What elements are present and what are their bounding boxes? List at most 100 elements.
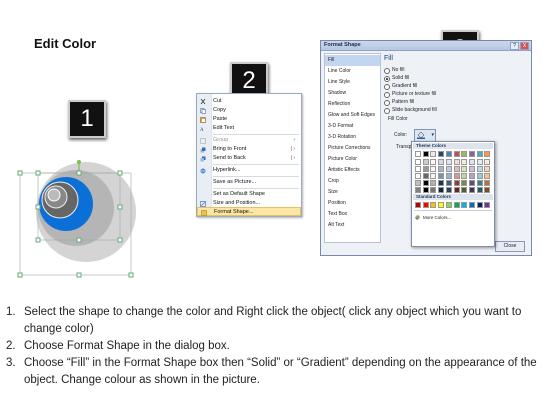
close-button[interactable]: Close — [495, 241, 525, 252]
theme-color-swatch[interactable] — [422, 187, 429, 193]
theme-color-swatch[interactable] — [415, 173, 421, 179]
theme-color-swatch[interactable] — [430, 166, 437, 172]
menu-item-send-to-back[interactable]: Send to Back | › — [197, 154, 301, 163]
theme-color-swatch[interactable] — [445, 159, 452, 165]
theme-color-swatch[interactable] — [453, 187, 460, 193]
more-colors-item[interactable]: More Colors... — [415, 214, 491, 221]
sidebar-item-line-color[interactable]: Line Color — [325, 66, 380, 77]
sidebar-item-artistic-effects[interactable]: Artistic Effects — [325, 165, 380, 176]
concentric-circles-graphic[interactable] — [14, 160, 144, 280]
menu-item-cut[interactable]: Cut — [197, 97, 301, 106]
standard-color-swatch[interactable] — [438, 202, 445, 208]
sidebar-item-fill[interactable]: Fill — [325, 55, 380, 66]
theme-color-swatch[interactable] — [415, 151, 421, 157]
sidebar-item-picture-corrections[interactable]: Picture Corrections — [325, 143, 380, 154]
theme-color-swatch[interactable] — [476, 166, 483, 172]
theme-color-swatch[interactable] — [415, 187, 421, 193]
sidebar-item-3d-rotation[interactable]: 3-D Rotation — [325, 132, 380, 143]
sidebar-item-glow[interactable]: Glow and Soft Edges — [325, 110, 380, 121]
sidebar-item-line-style[interactable]: Line Style — [325, 77, 380, 88]
menu-item-edit-text[interactable]: A Edit Text — [197, 124, 301, 133]
standard-color-swatch[interactable] — [445, 202, 452, 208]
menu-item-save-as-picture[interactable]: Save as Picture... — [197, 178, 301, 187]
sidebar-item-shadow[interactable]: Shadow — [325, 88, 380, 99]
theme-color-swatch[interactable] — [468, 180, 475, 186]
theme-color-swatch[interactable] — [468, 166, 475, 172]
theme-color-swatch[interactable] — [430, 180, 437, 186]
standard-color-swatch[interactable] — [476, 202, 483, 208]
menu-item-set-default-shape[interactable]: Set as Default Shape — [197, 190, 301, 199]
theme-color-swatch[interactable] — [453, 151, 460, 157]
radio-gradient-fill[interactable]: Gradient fill — [384, 83, 504, 90]
menu-item-group[interactable]: Group › — [197, 136, 301, 145]
theme-color-swatch[interactable] — [476, 180, 483, 186]
theme-color-swatch[interactable] — [430, 187, 437, 193]
theme-color-swatch[interactable] — [476, 173, 483, 179]
theme-color-swatch[interactable] — [468, 173, 475, 179]
theme-color-swatch[interactable] — [461, 180, 468, 186]
radio-picture-fill[interactable]: Picture or texture fill — [384, 91, 504, 98]
theme-color-swatch[interactable] — [445, 166, 452, 172]
theme-color-swatch[interactable] — [484, 173, 491, 179]
radio-slide-background-fill[interactable]: Slide background fill — [384, 107, 504, 114]
menu-item-format-shape[interactable]: Format Shape... — [197, 207, 301, 216]
theme-color-swatch[interactable] — [438, 166, 445, 172]
theme-color-swatch[interactable] — [484, 166, 491, 172]
theme-color-swatch[interactable] — [422, 159, 429, 165]
sidebar-item-position[interactable]: Position — [325, 198, 380, 209]
standard-color-swatch[interactable] — [422, 202, 429, 208]
sidebar-item-3d-format[interactable]: 3-D Format — [325, 121, 380, 132]
help-button[interactable]: ? — [510, 42, 519, 50]
theme-color-swatch[interactable] — [438, 151, 445, 157]
theme-color-swatch[interactable] — [453, 173, 460, 179]
standard-color-swatch[interactable] — [415, 202, 421, 208]
theme-color-swatch[interactable] — [461, 159, 468, 165]
theme-color-swatch[interactable] — [484, 180, 491, 186]
theme-color-swatch[interactable] — [438, 173, 445, 179]
theme-color-swatch[interactable] — [468, 187, 475, 193]
radio-solid-fill[interactable]: Solid fill — [384, 75, 504, 82]
sidebar-item-text-box[interactable]: Text Box — [325, 209, 380, 220]
standard-color-swatch[interactable] — [453, 202, 460, 208]
theme-color-swatch[interactable] — [461, 166, 468, 172]
menu-item-hyperlink[interactable]: Hyperlink... — [197, 166, 301, 175]
standard-color-swatch[interactable] — [484, 202, 491, 208]
menu-item-paste[interactable]: Paste — [197, 115, 301, 124]
theme-color-swatch[interactable] — [476, 151, 483, 157]
theme-color-swatch[interactable] — [453, 166, 460, 172]
theme-color-swatch[interactable] — [461, 187, 468, 193]
theme-color-swatch[interactable] — [422, 151, 429, 157]
theme-color-swatch[interactable] — [468, 159, 475, 165]
theme-color-swatch[interactable] — [438, 159, 445, 165]
sidebar-item-reflection[interactable]: Reflection — [325, 99, 380, 110]
close-icon[interactable]: X — [520, 42, 529, 50]
sidebar-item-alt-text[interactable]: Alt Text — [325, 220, 380, 231]
theme-color-swatch[interactable] — [430, 159, 437, 165]
standard-color-swatch[interactable] — [430, 202, 437, 208]
theme-color-swatch[interactable] — [445, 173, 452, 179]
theme-color-swatch[interactable] — [430, 151, 437, 157]
theme-color-swatch[interactable] — [468, 151, 475, 157]
theme-color-swatch[interactable] — [484, 187, 491, 193]
theme-color-swatch[interactable] — [445, 187, 452, 193]
theme-color-swatch[interactable] — [422, 173, 429, 179]
theme-color-swatch[interactable] — [445, 151, 452, 157]
selected-shape-demo[interactable] — [14, 160, 144, 280]
theme-color-swatch[interactable] — [430, 173, 437, 179]
standard-color-swatch[interactable] — [461, 202, 468, 208]
theme-color-swatch[interactable] — [445, 180, 452, 186]
radio-pattern-fill[interactable]: Pattern fill — [384, 99, 504, 106]
sidebar-item-crop[interactable]: Crop — [325, 176, 380, 187]
sidebar-item-picture-color[interactable]: Picture Color — [325, 154, 380, 165]
menu-item-copy[interactable]: Copy — [197, 106, 301, 115]
theme-color-swatch[interactable] — [422, 166, 429, 172]
standard-color-swatch[interactable] — [468, 202, 475, 208]
theme-color-swatch[interactable] — [453, 180, 460, 186]
radio-no-fill[interactable]: No fill — [384, 67, 504, 74]
theme-color-swatch[interactable] — [415, 159, 421, 165]
theme-color-swatch[interactable] — [438, 180, 445, 186]
theme-color-swatch[interactable] — [461, 151, 468, 157]
sidebar-item-size[interactable]: Size — [325, 187, 380, 198]
menu-item-bring-to-front[interactable]: Bring to Front | › — [197, 145, 301, 154]
theme-color-swatch[interactable] — [438, 187, 445, 193]
